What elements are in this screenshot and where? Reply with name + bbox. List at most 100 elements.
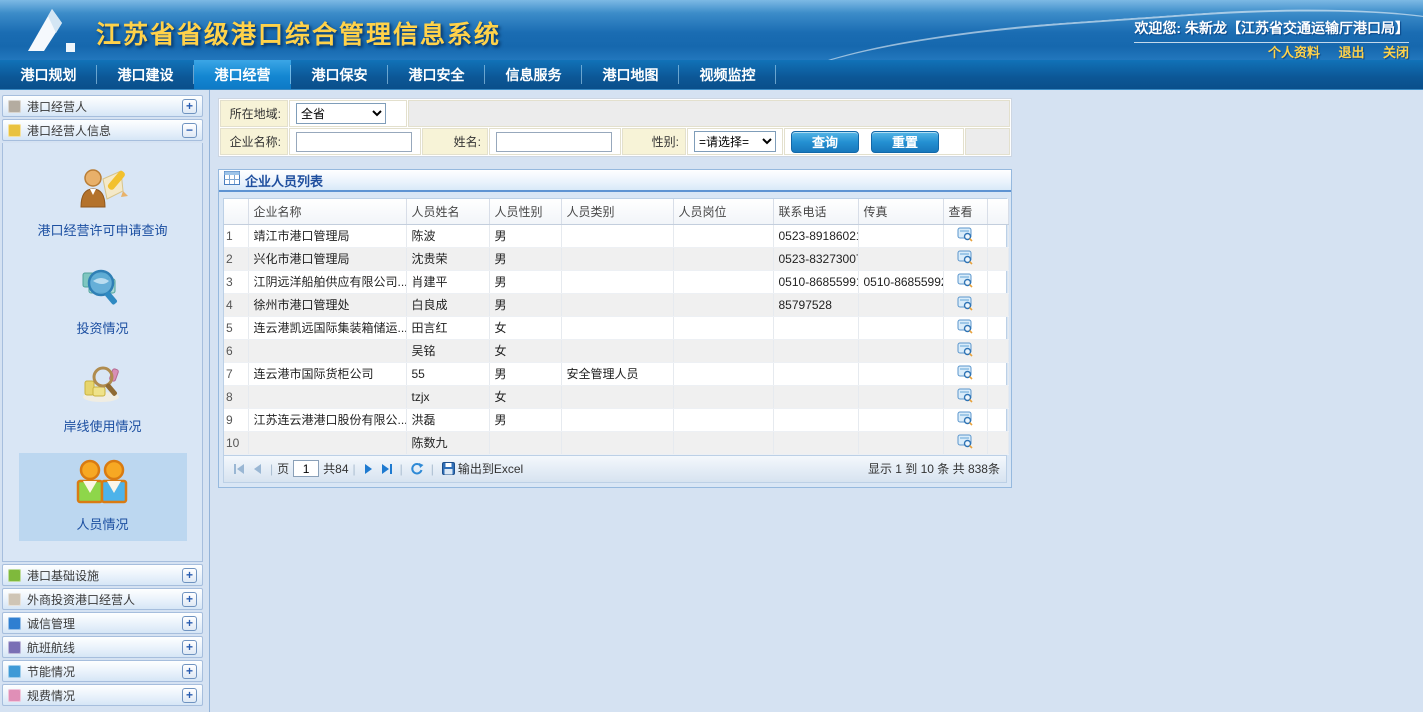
nav-tab-4[interactable]: 港口安全 [388, 60, 485, 89]
nav-tab-5[interactable]: 信息服务 [485, 60, 582, 89]
view-detail-icon[interactable] [957, 387, 973, 403]
nav-tab-3[interactable]: 港口保安 [291, 60, 388, 89]
filter-row-region: 所在地域: 全省 [220, 100, 1010, 127]
export-excel-label: 输出到Excel [458, 460, 523, 477]
gender-cell: =请选择= [687, 128, 783, 155]
list-title: 企业人员列表 [245, 171, 323, 190]
export-excel-button[interactable]: 输出到Excel [442, 460, 523, 477]
expand-toggle-icon[interactable]: + [182, 616, 197, 631]
sidebar-group[interactable]: 诚信管理 + [2, 612, 203, 634]
view-detail-icon[interactable] [957, 433, 973, 449]
person-edit-icon [77, 165, 129, 216]
view-detail-icon[interactable] [957, 410, 973, 426]
expand-toggle-icon[interactable]: + [182, 640, 197, 655]
filter-row-fields: 企业名称: 姓名: 性别: =请选择= 查询 重置 [220, 128, 1010, 155]
personnel-list-panel: 企业人员列表 企业名称 人员姓名 人员性别 [218, 169, 1012, 488]
view-detail-icon[interactable] [957, 249, 973, 265]
first-page-icon[interactable] [233, 463, 247, 475]
view-detail-icon[interactable] [957, 318, 973, 334]
sidebar-group[interactable]: 港口经营人信息 − [2, 119, 203, 141]
name-cell [489, 128, 621, 155]
sidebar-group[interactable]: 外商投资港口经营人 + [2, 588, 203, 610]
nav-tab-2[interactable]: 港口经营 [194, 60, 291, 89]
gender-select[interactable]: =请选择= [694, 131, 776, 152]
table-body: 1 靖江市港口管理局 陈波 男 0523-89186021 2 兴化市港口管理局… [224, 224, 1008, 454]
welcome-text: 欢迎您: 朱新龙【江苏省交通运输厅港口局】 [1134, 18, 1409, 43]
magnifier-gold-icon [77, 361, 129, 412]
close-link[interactable]: 关闭 [1383, 45, 1409, 60]
col-fax[interactable]: 传真 [858, 199, 943, 224]
filter-filler [965, 128, 1010, 155]
view-detail-icon[interactable] [957, 295, 973, 311]
col-rownum [224, 199, 248, 224]
sidebar-shortcut-panel: 港口经营许可申请查询 投资情况 [2, 143, 203, 562]
expand-toggle-icon[interactable]: + [182, 664, 197, 679]
name-label: 姓名: [422, 128, 488, 155]
table-row: 6 吴铭 女 [224, 339, 1008, 362]
reset-button[interactable]: 重置 [871, 131, 939, 153]
col-name[interactable]: 人员姓名 [406, 199, 489, 224]
table-header-row: 企业名称 人员姓名 人员性别 人员类别 人员岗位 联系电话 传真 查看 [224, 199, 1008, 224]
sidebar-group[interactable]: 节能情况 + [2, 660, 203, 682]
expand-toggle-icon[interactable]: + [182, 568, 197, 583]
expand-toggle-icon[interactable]: + [182, 99, 197, 114]
expand-toggle-icon[interactable]: + [182, 592, 197, 607]
table-row: 4 徐州市港口管理处 白良成 男 85797528 [224, 293, 1008, 316]
view-detail-icon[interactable] [957, 364, 973, 380]
view-detail-icon[interactable] [957, 226, 973, 242]
name-input[interactable] [496, 132, 612, 152]
table-row: 5 连云港凯远国际集装箱储运... 田言红 女 [224, 316, 1008, 339]
sidebar-item-port-license-query[interactable]: 港口经营许可申请查询 [19, 159, 187, 247]
view-detail-icon[interactable] [957, 272, 973, 288]
nav-tab-7[interactable]: 视频监控 [679, 60, 776, 89]
sidebar-item-shoreline[interactable]: 岸线使用情况 [19, 355, 187, 443]
last-page-icon[interactable] [379, 463, 393, 475]
prev-page-icon[interactable] [253, 463, 263, 475]
table-row: 3 江阴远洋船舶供应有限公司... 肖建平 男 0510-86855991 05… [224, 270, 1008, 293]
next-page-icon[interactable] [363, 463, 373, 475]
nav-tab-1[interactable]: 港口建设 [97, 60, 194, 89]
app-banner: 江苏省省级港口综合管理信息系统 欢迎您: 朱新龙【江苏省交通运输厅港口局】 个人… [0, 0, 1423, 60]
table-row: 8 tzjx 女 [224, 385, 1008, 408]
col-view[interactable]: 查看 [943, 199, 987, 224]
sidebar-item-personnel[interactable]: 人员情况 [19, 453, 187, 541]
refresh-icon[interactable] [410, 462, 424, 476]
nav-tab-6[interactable]: 港口地图 [582, 60, 679, 89]
col-category[interactable]: 人员类别 [561, 199, 673, 224]
page-title: 江苏省省级港口综合管理信息系统 [96, 15, 501, 51]
table-row: 7 连云港市国际货柜公司 55 男 安全管理人员 [224, 362, 1008, 385]
people-icon [75, 459, 131, 510]
sidebar-group[interactable]: 航班航线 + [2, 636, 203, 658]
logout-link[interactable]: 退出 [1339, 45, 1365, 60]
search-button[interactable]: 查询 [791, 131, 859, 153]
company-input[interactable] [296, 132, 412, 152]
fees-icon [8, 689, 21, 702]
profile-link[interactable]: 个人资料 [1268, 45, 1320, 60]
save-icon [442, 462, 455, 475]
view-detail-icon[interactable] [957, 341, 973, 357]
nav-tab-0[interactable]: 港口规划 [0, 60, 97, 89]
col-phone[interactable]: 联系电话 [773, 199, 858, 224]
buttons-cell: 查询 重置 [784, 128, 964, 155]
sidebar-item-investment[interactable]: 投资情况 [19, 257, 187, 345]
expand-toggle-icon[interactable]: + [182, 688, 197, 703]
table-icon [224, 171, 240, 190]
page-input[interactable] [293, 460, 319, 477]
infrastructure-icon [8, 569, 21, 582]
col-gender[interactable]: 人员性别 [489, 199, 561, 224]
pagination-bar: | 页 共84 | | | [223, 456, 1007, 483]
col-company[interactable]: 企业名称 [248, 199, 406, 224]
energy-icon [8, 665, 21, 678]
expand-toggle-icon[interactable]: − [182, 123, 197, 138]
page-label: 页 [277, 460, 289, 477]
filter-filler [408, 100, 1010, 127]
sidebar-group[interactable]: 港口经营人 + [2, 95, 203, 117]
main-nav: 港口规划港口建设港口经营港口保安港口安全信息服务港口地图视频监控 [0, 60, 1423, 90]
col-position[interactable]: 人员岗位 [673, 199, 773, 224]
region-select[interactable]: 全省 [296, 103, 386, 124]
sidebar-group[interactable]: 规费情况 + [2, 684, 203, 706]
table-row: 9 江苏连云港港口股份有限公... 洪磊 男 [224, 408, 1008, 431]
newspaper-icon [8, 100, 21, 113]
col-filler [987, 199, 1008, 224]
sidebar-group[interactable]: 港口基础设施 + [2, 564, 203, 586]
